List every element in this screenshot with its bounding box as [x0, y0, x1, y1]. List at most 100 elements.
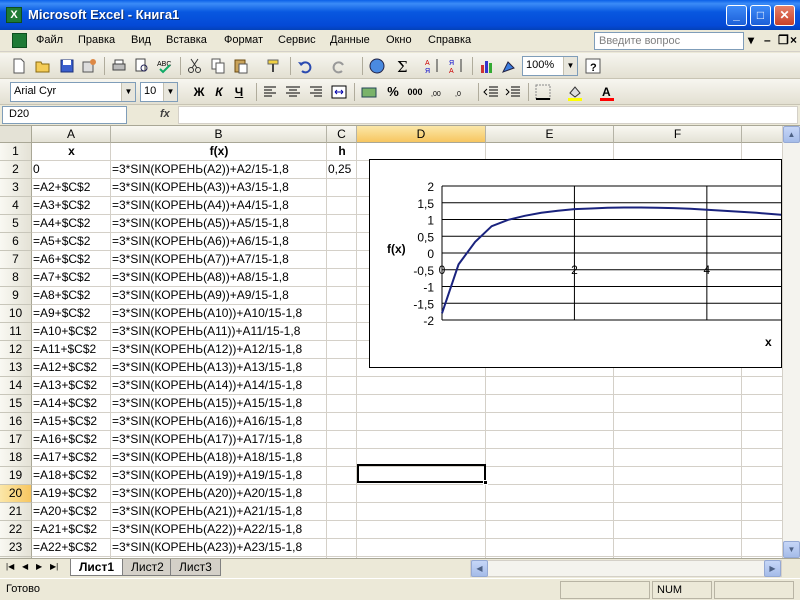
- row-header-14[interactable]: 14: [0, 377, 32, 395]
- row-header-11[interactable]: 11: [0, 323, 32, 341]
- cell-a20[interactable]: =A19+$C$2: [32, 485, 111, 503]
- cell-a9[interactable]: =A8+$C$2: [32, 287, 111, 305]
- vertical-scrollbar[interactable]: ▲ ▼: [782, 126, 800, 558]
- cell-d22[interactable]: [357, 521, 486, 539]
- increase-decimal-icon[interactable]: ,00: [430, 83, 448, 101]
- row-header-17[interactable]: 17: [0, 431, 32, 449]
- cell-b18[interactable]: =3*SIN(КОРЕНЬ(A18))+A18/15-1,8: [111, 449, 327, 467]
- undo-icon[interactable]: [296, 57, 314, 75]
- cell-a22[interactable]: =A21+$C$2: [32, 521, 111, 539]
- cell-c19[interactable]: [327, 467, 357, 485]
- redo-icon[interactable]: [330, 57, 348, 75]
- cell-b7[interactable]: =3*SIN(КОРЕНЬ(A7))+A7/15-1,8: [111, 251, 327, 269]
- bold-button[interactable]: Ж: [190, 83, 208, 101]
- row-header-20[interactable]: 20: [0, 485, 32, 503]
- row-header-21[interactable]: 21: [0, 503, 32, 521]
- fill-color-icon[interactable]: [566, 83, 584, 101]
- row-header-23[interactable]: 23: [0, 539, 32, 557]
- cut-icon[interactable]: [186, 57, 204, 75]
- cell-b8[interactable]: =3*SIN(КОРЕНЬ(A8))+A8/15-1,8: [111, 269, 327, 287]
- cell-e18[interactable]: [486, 449, 614, 467]
- scroll-right-icon[interactable]: ▶: [764, 560, 781, 577]
- sort-descending-icon[interactable]: ЯА: [448, 57, 466, 75]
- autosum-icon[interactable]: Σ: [394, 57, 412, 76]
- cell-f17[interactable]: [614, 431, 742, 449]
- embedded-chart[interactable]: 2 1,5 1 0,5 0 -0,5 -1 -1,5 -2 0 2 4 f(x) x: [369, 159, 782, 368]
- cell-d23[interactable]: [357, 539, 486, 557]
- row-header-22[interactable]: 22: [0, 521, 32, 539]
- menu-insert[interactable]: Вставка: [166, 34, 207, 46]
- first-sheet-icon[interactable]: |◀: [6, 562, 14, 571]
- row-header-12[interactable]: 12: [0, 341, 32, 359]
- cell-e22[interactable]: [486, 521, 614, 539]
- cell-b1[interactable]: f(x): [111, 143, 327, 161]
- row-header-16[interactable]: 16: [0, 413, 32, 431]
- merge-center-icon[interactable]: [330, 83, 348, 101]
- doc-minimize-button[interactable]: –: [764, 33, 771, 47]
- cell-f20[interactable]: [614, 485, 742, 503]
- hyperlink-icon[interactable]: [368, 57, 386, 75]
- row-header-15[interactable]: 15: [0, 395, 32, 413]
- percent-button[interactable]: %: [384, 83, 402, 101]
- column-header-a[interactable]: A: [32, 126, 111, 143]
- scroll-up-icon[interactable]: ▲: [783, 126, 800, 143]
- format-painter-icon[interactable]: [265, 57, 283, 75]
- cell-c10[interactable]: [327, 305, 357, 323]
- cell-c5[interactable]: [327, 215, 357, 233]
- close-button[interactable]: ✕: [774, 5, 795, 26]
- new-icon[interactable]: [10, 57, 28, 75]
- cell-e19[interactable]: [486, 467, 614, 485]
- row-header-6[interactable]: 6: [0, 233, 32, 251]
- font-name-select[interactable]: Arial Cyr ▼: [10, 82, 136, 102]
- menu-window[interactable]: Окно: [386, 34, 412, 46]
- cell-a7[interactable]: =A6+$C$2: [32, 251, 111, 269]
- cell-c8[interactable]: [327, 269, 357, 287]
- cell-e16[interactable]: [486, 413, 614, 431]
- menu-view[interactable]: Вид: [131, 34, 151, 46]
- cell-a1[interactable]: x: [32, 143, 111, 161]
- copy-icon[interactable]: [209, 57, 227, 75]
- formula-input[interactable]: [178, 106, 798, 124]
- chevron-down-icon[interactable]: ▼: [163, 83, 177, 101]
- cell-b20[interactable]: =3*SIN(КОРЕНЬ(A20))+A20/15-1,8: [111, 485, 327, 503]
- row-header-5[interactable]: 5: [0, 215, 32, 233]
- cell-g22[interactable]: [742, 521, 782, 539]
- column-header-b[interactable]: B: [111, 126, 327, 143]
- sort-ascending-icon[interactable]: АЯ: [424, 57, 442, 75]
- doc-restore-button[interactable]: ❐: [778, 33, 789, 47]
- cell-d16[interactable]: [357, 413, 486, 431]
- cell-g21[interactable]: [742, 503, 782, 521]
- cell-b6[interactable]: =3*SIN(КОРЕНЬ(A6))+A6/15-1,8: [111, 233, 327, 251]
- cell-b14[interactable]: =3*SIN(КОРЕНЬ(A14))+A14/15-1,8: [111, 377, 327, 395]
- cell-e23[interactable]: [486, 539, 614, 557]
- cell-b12[interactable]: =3*SIN(КОРЕНЬ(A12))+A12/15-1,8: [111, 341, 327, 359]
- column-header-g[interactable]: [742, 126, 782, 143]
- fx-icon[interactable]: fx: [160, 108, 170, 120]
- row-header-3[interactable]: 3: [0, 179, 32, 197]
- maximize-button[interactable]: □: [750, 5, 771, 26]
- permission-icon[interactable]: [80, 57, 98, 75]
- cell-c1[interactable]: h: [327, 143, 357, 161]
- fill-handle[interactable]: [483, 480, 488, 485]
- row-header-8[interactable]: 8: [0, 269, 32, 287]
- chevron-down-icon[interactable]: ▼: [121, 83, 135, 101]
- column-header-e[interactable]: E: [486, 126, 614, 143]
- cell-c13[interactable]: [327, 359, 357, 377]
- cell-c9[interactable]: [327, 287, 357, 305]
- minimize-button[interactable]: _: [726, 5, 747, 26]
- cell-d17[interactable]: [357, 431, 486, 449]
- cell-a19[interactable]: =A18+$C$2: [32, 467, 111, 485]
- cell-f14[interactable]: [614, 377, 742, 395]
- print-preview-icon[interactable]: [133, 57, 151, 75]
- cell-e21[interactable]: [486, 503, 614, 521]
- cell-c17[interactable]: [327, 431, 357, 449]
- cell-a10[interactable]: =A9+$C$2: [32, 305, 111, 323]
- cell-a23[interactable]: =A22+$C$2: [32, 539, 111, 557]
- paste-icon[interactable]: [232, 57, 250, 75]
- cell-e20[interactable]: [486, 485, 614, 503]
- cell-g23[interactable]: [742, 539, 782, 557]
- cell-b10[interactable]: =3*SIN(КОРЕНЬ(A10))+A10/15-1,8: [111, 305, 327, 323]
- cell-g19[interactable]: [742, 467, 782, 485]
- cell-f15[interactable]: [614, 395, 742, 413]
- cell-d20[interactable]: [357, 485, 486, 503]
